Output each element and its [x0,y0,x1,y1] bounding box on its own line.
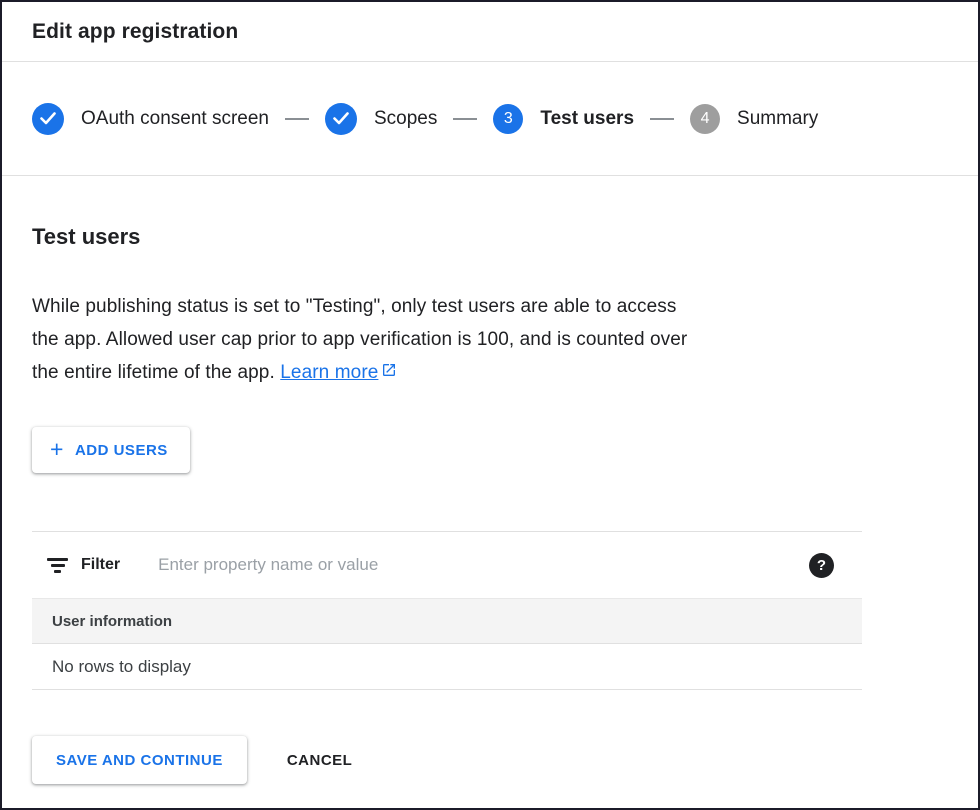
external-link-icon [381,356,397,389]
description-line: the app. Allowed user cap prior to app v… [32,323,948,356]
description-line: the entire lifetime of the app. Learn mo… [32,356,948,389]
page-title: Edit app registration [32,20,238,44]
step-test-users[interactable]: 3 Test users [493,104,634,134]
main-content: Test users While publishing status is se… [2,224,978,473]
empty-message: No rows to display [52,657,191,677]
section-heading: Test users [32,224,948,250]
test-users-table: Filter ? User information No rows to dis… [32,531,862,690]
step-connector [285,118,309,120]
step-connector [453,118,477,120]
filter-input[interactable] [158,555,809,575]
save-and-continue-label: SAVE AND CONTINUE [56,752,223,769]
step-number-badge: 3 [493,104,523,134]
step-connector [650,118,674,120]
check-icon [32,103,64,135]
step-label: Summary [737,108,818,130]
check-icon [325,103,357,135]
learn-more-label: Learn more [280,356,378,389]
stepper: OAuth consent screen Scopes 3 Test users… [2,62,978,176]
cancel-label: CANCEL [287,752,353,769]
plus-icon: + [50,438,64,461]
step-scopes[interactable]: Scopes [325,103,437,135]
table-empty-row: No rows to display [32,644,862,690]
help-button[interactable]: ? [809,553,834,578]
learn-more-link[interactable]: Learn more [280,356,397,389]
form-actions: SAVE AND CONTINUE CANCEL [32,736,948,784]
step-label: Test users [540,108,634,130]
filter-icon [47,557,68,573]
step-number-badge: 4 [690,104,720,134]
description-text: While publishing status is set to "Testi… [32,290,948,389]
titlebar: Edit app registration [2,2,978,62]
filter-label: Filter [81,556,120,574]
save-and-continue-button[interactable]: SAVE AND CONTINUE [32,736,247,784]
question-mark-icon: ? [817,557,826,574]
step-label: Scopes [374,108,437,130]
column-header-label: User information [52,613,172,630]
step-summary[interactable]: 4 Summary [690,104,818,134]
description-line-text: the entire lifetime of the app. [32,362,275,383]
add-users-button[interactable]: + ADD USERS [32,427,190,473]
filter-bar: Filter ? [32,532,862,598]
step-label: OAuth consent screen [81,108,269,130]
table-column-header: User information [32,598,862,644]
add-users-label: ADD USERS [75,442,168,459]
description-line: While publishing status is set to "Testi… [32,290,948,323]
step-oauth-consent-screen[interactable]: OAuth consent screen [32,103,269,135]
cancel-button[interactable]: CANCEL [287,752,353,769]
